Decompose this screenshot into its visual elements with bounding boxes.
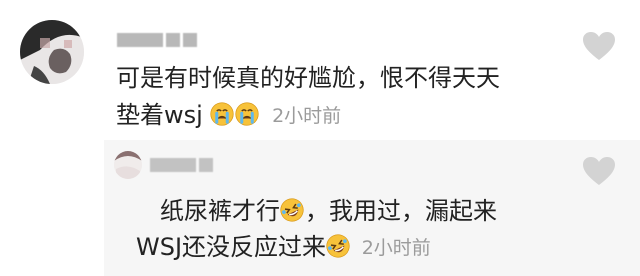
comment-body: 可是有时候真的好尴尬，恨不得天天 垫着wsj 2小时前	[116, 61, 500, 133]
avatar[interactable]	[20, 20, 84, 84]
reply-text-line1-b: ，我用过，漏起来	[305, 197, 497, 225]
like-button[interactable]	[582, 31, 616, 65]
comment-timestamp: 2小时前	[272, 105, 342, 127]
reply-like-button[interactable]	[582, 156, 616, 190]
rolling-laughing-face-icon	[326, 234, 350, 258]
reply-text-line2-row: WSJ还没反应过来 2小时前	[136, 230, 497, 265]
crying-face-icon	[210, 102, 235, 126]
reply-avatar[interactable]	[114, 151, 142, 179]
reply-text-line1-row: 纸尿裤才行 ，我用过，漏起来	[160, 194, 497, 228]
comment-text-line2-row: 垫着wsj 2小时前	[116, 98, 500, 133]
crying-face-icon	[235, 102, 260, 126]
reply-timestamp: 2小时前	[361, 237, 431, 259]
reply-body: 纸尿裤才行 ，我用过，漏起来 WSJ还没反应过来 2小时前	[136, 194, 497, 265]
heart-icon	[583, 32, 615, 60]
heart-icon	[583, 157, 615, 185]
reply-text-line2: WSJ还没反应过来	[136, 233, 327, 261]
comment-text-line2: 垫着wsj	[116, 101, 203, 129]
comment-username[interactable]: ▇▇▇▇ ▇▇▇	[117, 32, 200, 48]
rolling-laughing-face-icon	[280, 198, 304, 222]
reply-username[interactable]: ▇▇▇▇ ▇▇	[150, 157, 216, 173]
reply-text-line1-a: 纸尿裤才行	[160, 197, 280, 225]
comment-text-line1: 可是有时候真的好尴尬，恨不得天天	[116, 64, 500, 92]
